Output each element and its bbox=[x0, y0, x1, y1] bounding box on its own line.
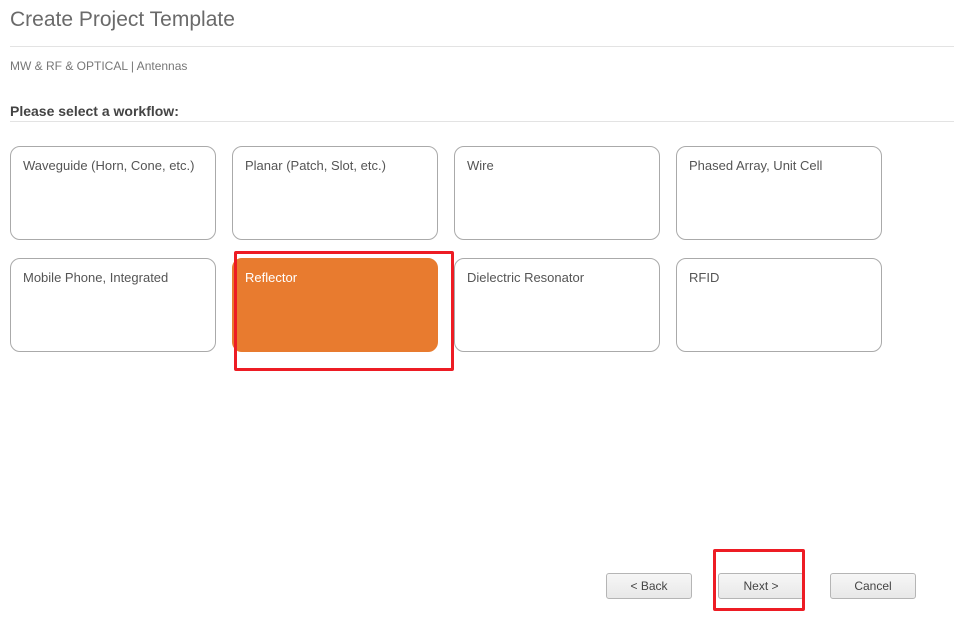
cancel-button[interactable]: Cancel bbox=[830, 573, 916, 599]
workflow-card-label: Mobile Phone, Integrated bbox=[23, 269, 168, 287]
workflow-card-label: Dielectric Resonator bbox=[467, 269, 584, 287]
back-button[interactable]: < Back bbox=[606, 573, 692, 599]
workflow-grid: Waveguide (Horn, Cone, etc.) Planar (Pat… bbox=[10, 146, 954, 352]
workflow-card-mobile-phone[interactable]: Mobile Phone, Integrated bbox=[10, 258, 216, 352]
breadcrumb: MW & RF & OPTICAL | Antennas bbox=[10, 59, 954, 73]
workflow-card-label: Phased Array, Unit Cell bbox=[689, 157, 822, 175]
workflow-card-label: Reflector bbox=[245, 269, 297, 287]
workflow-card-phased-array[interactable]: Phased Array, Unit Cell bbox=[676, 146, 882, 240]
workflow-card-label: RFID bbox=[689, 269, 719, 287]
workflow-card-label: Wire bbox=[467, 157, 494, 175]
workflow-card-rfid[interactable]: RFID bbox=[676, 258, 882, 352]
section-heading: Please select a workflow: bbox=[10, 103, 954, 122]
page-title: Create Project Template bbox=[10, 8, 954, 47]
workflow-card-planar[interactable]: Planar (Patch, Slot, etc.) bbox=[232, 146, 438, 240]
workflow-card-label: Planar (Patch, Slot, etc.) bbox=[245, 157, 386, 175]
next-button[interactable]: Next > bbox=[718, 573, 804, 599]
workflow-card-dielectric-resonator[interactable]: Dielectric Resonator bbox=[454, 258, 660, 352]
workflow-card-reflector[interactable]: Reflector bbox=[232, 258, 438, 352]
workflow-card-wire[interactable]: Wire bbox=[454, 146, 660, 240]
footer-button-bar: < Back Next > Cancel bbox=[606, 573, 916, 599]
workflow-card-label: Waveguide (Horn, Cone, etc.) bbox=[23, 157, 194, 175]
workflow-card-waveguide[interactable]: Waveguide (Horn, Cone, etc.) bbox=[10, 146, 216, 240]
